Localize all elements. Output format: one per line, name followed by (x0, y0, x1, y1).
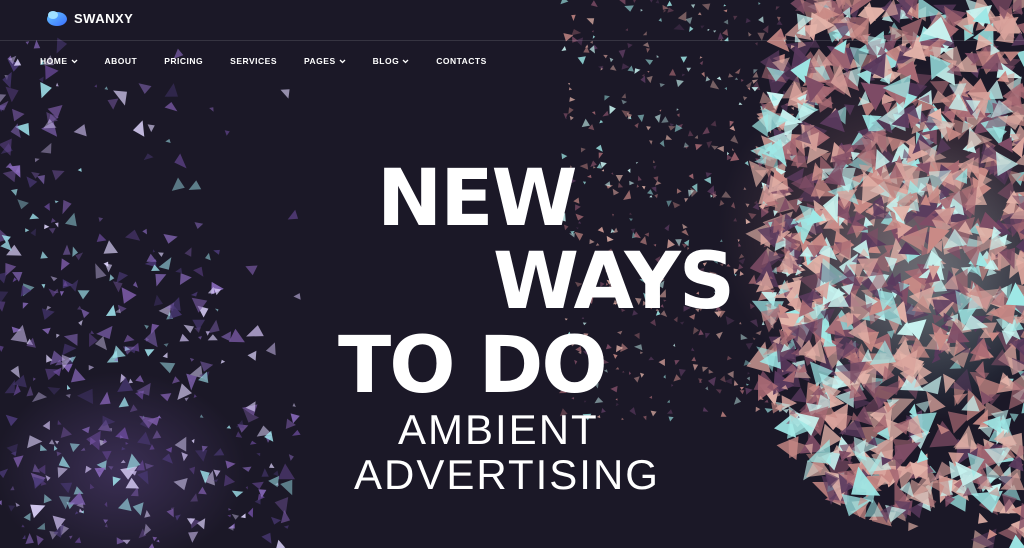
hero-headline: NEW WAYS TO DO AMBIENT ADVERTISING (0, 0, 1024, 548)
subheadline-line-2: ADVERTISING (354, 451, 660, 498)
subheadline-line-1: AMBIENT (398, 406, 599, 453)
hero-section: SWANXY HOME ABOUT PRICING SERVICES PAGES… (0, 0, 1024, 548)
headline-line-1: NEW (377, 154, 578, 244)
headline-line-3: TO DO (338, 321, 608, 411)
headline-line-2: WAYS (493, 237, 735, 327)
